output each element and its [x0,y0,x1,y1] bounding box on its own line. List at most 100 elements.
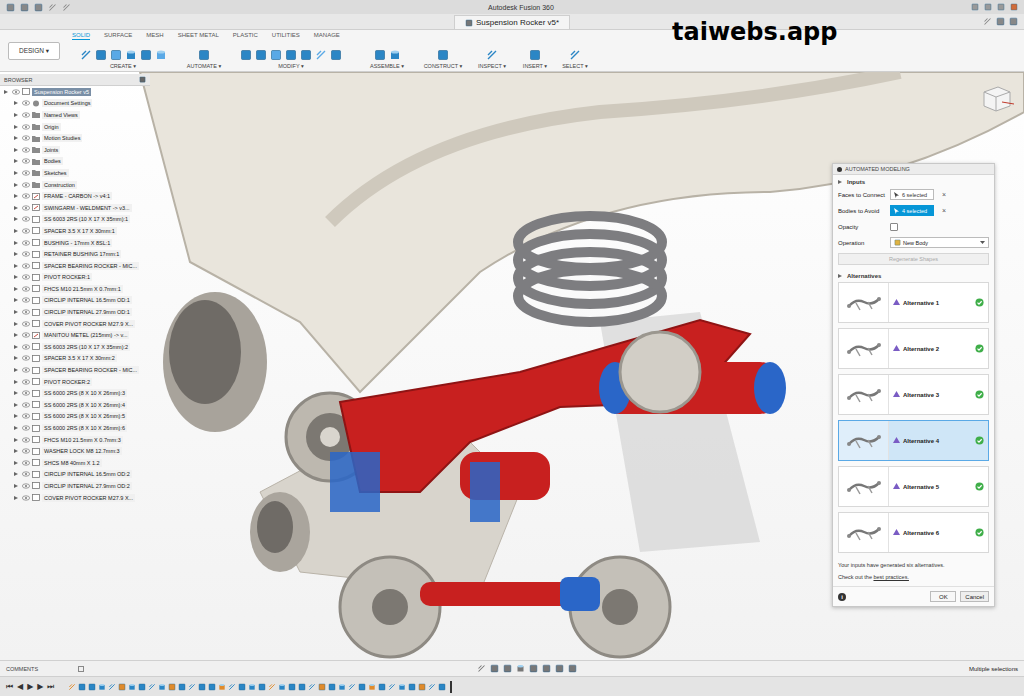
orbit-icon[interactable] [477,664,486,673]
tool-group-label[interactable]: AUTOMATE ▾ [187,63,221,69]
box-icon[interactable] [95,49,107,61]
eye-icon[interactable] [22,124,30,130]
eye-icon[interactable] [22,112,30,118]
timeline-feature-icon[interactable] [338,683,346,691]
joint-icon[interactable] [374,49,386,61]
view-cube-icon[interactable] [976,82,1016,114]
eye-icon[interactable] [22,135,30,141]
eye-icon[interactable] [22,205,30,211]
timeline-feature-icon[interactable] [418,683,426,691]
component-icon[interactable] [465,19,473,27]
tool-group-label[interactable]: INSERT ▾ [523,63,547,69]
toolbar-tab[interactable]: SHEET METAL [178,32,219,40]
revolve-icon[interactable] [125,49,137,61]
timeline-feature-icon[interactable] [398,683,406,691]
timeline-feature-icon[interactable] [228,683,236,691]
timeline-feature-icon[interactable] [298,683,306,691]
eye-icon[interactable] [22,355,30,361]
browser-item[interactable]: PIVOT ROCKER:2 [0,376,150,388]
toolbar-tab[interactable]: SURFACE [104,32,132,40]
browser-item[interactable]: SS 6000 2RS (8 X 10 X 26mm):6 [0,422,150,434]
cancel-button[interactable]: Cancel [960,591,989,602]
timeline-feature-icon[interactable] [158,683,166,691]
extensions-icon[interactable] [971,3,979,11]
chamfer-icon[interactable] [270,49,282,61]
fillet-icon[interactable] [255,49,267,61]
browser-item[interactable]: Origin [0,121,150,133]
tool-group-label[interactable]: CREATE ▾ [110,63,136,69]
press-pull-icon[interactable] [240,49,252,61]
timeline-feature-icon[interactable] [378,683,386,691]
eye-icon[interactable] [22,193,30,199]
as-built-joint-icon[interactable] [389,49,401,61]
new-tab-icon[interactable] [983,17,992,26]
eye-icon[interactable] [22,367,30,373]
browser-item[interactable]: SS 6000 2RS (8 X 10 X 26mm):3 [0,387,150,399]
save-icon[interactable] [34,3,43,12]
timeline-feature-icon[interactable] [138,683,146,691]
alternative-card[interactable]: Alternative 5 [838,466,989,507]
browser-item[interactable]: COVER PIVOT ROCKER M27.9 X... [0,492,150,504]
timeline-feature-icon[interactable] [188,683,196,691]
browser-item[interactable]: Motion Studies [0,132,150,144]
eye-icon[interactable] [22,228,30,234]
timeline-feature-icon[interactable] [238,683,246,691]
eye-icon[interactable] [22,286,30,292]
browser-item[interactable]: SWINGARM - WELDMENT -> v3... [0,202,150,214]
browser-item[interactable]: SHCS M8 40mm X 1.2 [0,457,150,469]
hole-icon[interactable] [155,49,167,61]
timeline-feature-icon[interactable] [288,683,296,691]
fit-icon[interactable] [529,664,538,673]
new-body-icon[interactable] [894,239,901,246]
pan-icon[interactable] [503,664,512,673]
browser-item[interactable]: PIVOT ROCKER:1 [0,272,150,284]
timeline-feature-icon[interactable] [128,683,136,691]
view-cube[interactable] [976,82,1016,118]
browser-item[interactable]: SS 6003 2RS (10 X 17 X 35mm):2 [0,341,150,353]
extrude-icon[interactable] [110,49,122,61]
tool-group-label[interactable]: CONSTRUCT ▾ [424,63,463,69]
combine-icon[interactable] [300,49,312,61]
sketch-icon[interactable] [80,49,92,61]
eye-icon[interactable] [22,297,30,303]
eye-icon[interactable] [22,471,30,477]
align-icon[interactable] [330,49,342,61]
eye-icon[interactable] [22,147,30,153]
timeline-feature-icon[interactable] [208,683,216,691]
select-icon[interactable] [569,49,581,61]
display-settings-icon[interactable] [542,664,551,673]
eye-icon[interactable] [22,321,30,327]
browser-item[interactable]: FHCS M10 21.5mm X 0.7mm:3 [0,434,150,446]
selection-field[interactable]: 6 selected [890,189,934,200]
timeline-feature-icon[interactable] [318,683,326,691]
timeline-feature-icon[interactable] [88,683,96,691]
timeline-feature-icon[interactable] [78,683,86,691]
move-icon[interactable] [315,49,327,61]
eye-icon[interactable] [22,344,30,350]
tool-group-label[interactable]: INSPECT ▾ [478,63,506,69]
toolbar-tab[interactable]: SOLID [72,32,90,40]
grid-icon[interactable] [555,664,564,673]
browser-item[interactable]: Bodies [0,156,150,168]
timeline-feature-icon[interactable] [358,683,366,691]
info-icon[interactable]: i [838,593,846,601]
eye-icon[interactable] [22,182,30,188]
data-panel-icon[interactable] [6,3,15,12]
browser-item[interactable]: BUSHING - 17mm X 8SL:1 [0,237,150,249]
ok-button[interactable]: OK [930,591,956,602]
browser-item[interactable]: RETAINER BUSHING 17mm:1 [0,248,150,260]
browser-item[interactable]: WASHER LOCK M8 12.7mm:3 [0,445,150,457]
section-title[interactable]: Alternatives [838,273,989,279]
eye-icon[interactable] [22,240,30,246]
timeline-feature-icon[interactable] [178,683,186,691]
clear-button[interactable]: × [942,207,946,214]
shell-icon[interactable] [285,49,297,61]
eye-icon[interactable] [22,251,30,257]
eye-icon[interactable] [22,495,30,501]
eye-icon[interactable] [22,402,30,408]
insert-icon[interactable] [529,49,541,61]
collapse-icon[interactable] [139,76,146,83]
toolbar-tab[interactable]: MANAGE [314,32,340,40]
browser-item[interactable]: Document Settings [0,98,150,110]
eye-icon[interactable] [22,425,30,431]
